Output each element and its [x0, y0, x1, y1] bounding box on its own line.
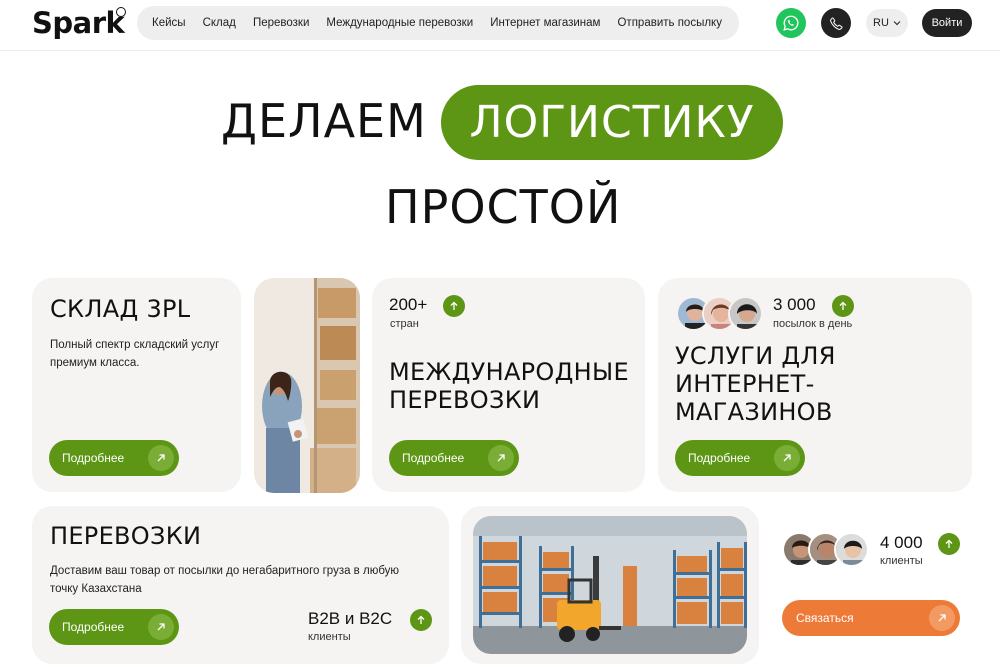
- arrow-up-right-icon: [929, 605, 955, 631]
- hero-word-1: ДЕЛАЕМ: [221, 94, 427, 148]
- language-selector[interactable]: RU: [866, 9, 908, 37]
- more-button-ecommerce[interactable]: Подробнее: [675, 440, 805, 476]
- card-title-line-3: МАГАЗИНОВ: [675, 398, 833, 426]
- arrow-up-icon: [832, 295, 854, 317]
- whatsapp-button[interactable]: [776, 8, 806, 38]
- language-label: RU: [873, 17, 889, 29]
- login-button[interactable]: Войти: [922, 9, 972, 37]
- nav-warehouse[interactable]: Склад: [203, 17, 236, 29]
- contact-button[interactable]: Связаться: [782, 600, 960, 636]
- chevron-down-icon: [893, 21, 901, 26]
- stat-value: B2B и B2C: [308, 609, 393, 628]
- arrow-up-right-icon: [488, 445, 514, 471]
- card-warehouse-photo: [461, 506, 759, 664]
- arrow-up-icon: [938, 533, 960, 555]
- card-warehouse: СКЛАД 3PL Полный спектр складский услуг …: [32, 278, 241, 492]
- more-button-warehouse[interactable]: Подробнее: [49, 440, 179, 476]
- registered-mark-icon: [116, 7, 126, 17]
- arrow-up-right-icon: [148, 445, 174, 471]
- card-title: СКЛАД 3PL: [50, 295, 191, 323]
- card-ecommerce: 3 000 посылок в день УСЛУГИ ДЛЯ ИНТЕРНЕТ…: [658, 278, 972, 492]
- more-button-international[interactable]: Подробнее: [389, 440, 519, 476]
- arrow-up-right-icon: [148, 614, 174, 640]
- button-label: Подробнее: [688, 451, 751, 465]
- stat-label: посылок в день: [773, 318, 853, 330]
- avatar: [728, 296, 763, 331]
- forklift-warehouse-photo: [473, 516, 747, 654]
- stat-label: стран: [390, 318, 419, 330]
- card-title-line-1: МЕЖДУНАРОДНЫЕ: [389, 358, 629, 386]
- card-title-line-2: ПЕРЕВОЗКИ: [389, 386, 541, 414]
- arrow-up-icon: [443, 295, 465, 317]
- card-description: Полный спектр складский услуг премиум кл…: [50, 339, 220, 369]
- phone-icon: [829, 16, 843, 30]
- card-title: ПЕРЕВОЗКИ: [50, 522, 202, 550]
- stat-value: 200+: [389, 295, 428, 314]
- avatar: [834, 532, 869, 567]
- nav-cases[interactable]: Кейсы: [152, 17, 186, 29]
- nav-send-parcel[interactable]: Отправить посылку: [617, 17, 721, 29]
- stat-label: клиенты: [308, 631, 351, 643]
- hero-highlight: ЛОГИСТИКУ: [441, 85, 783, 160]
- button-label: Связаться: [796, 611, 854, 625]
- phone-button[interactable]: [821, 8, 851, 38]
- header-divider: [0, 50, 1000, 51]
- page: Spark Кейсы Склад Перевозки Международны…: [0, 0, 1000, 667]
- card-title-line-1: УСЛУГИ ДЛЯ: [675, 342, 836, 370]
- nav-ecommerce[interactable]: Интернет магазинам: [490, 17, 600, 29]
- nav-transport[interactable]: Перевозки: [253, 17, 309, 29]
- nav-international[interactable]: Международные перевозки: [326, 17, 473, 29]
- card-transport: ПЕРЕВОЗКИ Доставим ваш товар от посылки …: [32, 506, 449, 664]
- avatar-group: [676, 296, 763, 331]
- clients-avatar-group: [782, 532, 869, 567]
- stat-value: 3 000: [773, 295, 816, 314]
- main-nav: Кейсы Склад Перевозки Международные пере…: [137, 6, 739, 40]
- warehouse-worker-photo: [254, 278, 360, 493]
- clients-stat-value: 4 000: [880, 533, 923, 552]
- logo[interactable]: Spark: [32, 6, 125, 40]
- button-label: Подробнее: [402, 451, 465, 465]
- arrow-up-right-icon: [774, 445, 800, 471]
- clients-stat-label: клиенты: [880, 555, 923, 567]
- button-label: Подробнее: [62, 620, 125, 634]
- card-description-line-2: точку Казахстана: [50, 583, 142, 595]
- arrow-up-icon: [410, 609, 432, 631]
- whatsapp-icon: [783, 15, 799, 31]
- card-international: 200+ стран МЕЖДУНАРОДНЫЕ ПЕРЕВОЗКИ Подро…: [372, 278, 645, 492]
- hero-word-3: ПРОСТОЙ: [385, 180, 622, 234]
- card-description-line-1: Доставим ваш товар от посылки до негабар…: [50, 565, 400, 577]
- card-title-line-2: ИНТЕРНЕТ-: [675, 370, 815, 398]
- button-label: Подробнее: [62, 451, 125, 465]
- more-button-transport[interactable]: Подробнее: [49, 609, 179, 645]
